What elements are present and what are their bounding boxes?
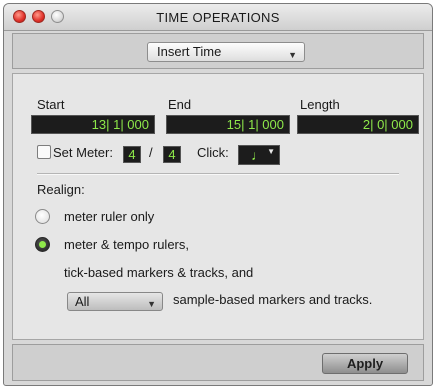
operation-select-value: Insert Time xyxy=(157,44,222,59)
option-meter-tempo-label: meter & tempo rulers, xyxy=(64,237,189,252)
chevron-down-icon: ▼ xyxy=(267,147,275,156)
time-operations-panel: Start End Length 13| 1| 000 15| 1| 000 2… xyxy=(12,73,424,340)
length-label: Length xyxy=(300,97,340,112)
meter-denominator-field[interactable]: 4 xyxy=(163,146,181,163)
option-tick-based-label: tick-based markers & tracks, and xyxy=(64,265,254,280)
start-counter-field[interactable]: 13| 1| 000 xyxy=(31,115,155,134)
radio-meter-tempo-rulers[interactable] xyxy=(35,237,50,252)
title-bar: TIME OPERATIONS xyxy=(4,4,432,31)
sample-based-label: sample-based markers and tracks. xyxy=(173,292,373,307)
operation-select[interactable]: Insert Time ▼ xyxy=(147,42,305,62)
sample-based-select-value: All xyxy=(75,294,90,309)
time-operations-window: TIME OPERATIONS Insert Time ▼ Start End … xyxy=(3,3,433,386)
window-title: TIME OPERATIONS xyxy=(156,10,280,25)
footer-bar: Apply xyxy=(12,344,424,381)
length-counter-field[interactable]: 2| 0| 000 xyxy=(297,115,419,134)
chevron-down-icon: ▼ xyxy=(147,299,156,309)
end-label: End xyxy=(168,97,192,112)
meter-separator: / xyxy=(149,145,153,160)
set-meter-label: Set Meter: xyxy=(53,145,113,160)
quarter-note-icon: ♩ xyxy=(251,147,265,163)
option-meter-ruler-only-label: meter ruler only xyxy=(64,209,155,224)
radio-selected-dot xyxy=(39,241,46,248)
click-label: Click: xyxy=(197,145,229,160)
meter-numerator-field[interactable]: 4 xyxy=(123,146,141,163)
sample-based-select[interactable]: All ▼ xyxy=(67,292,163,311)
set-meter-checkbox[interactable] xyxy=(37,145,51,159)
divider xyxy=(37,173,399,175)
click-note-select[interactable]: ♩ ▼ xyxy=(238,145,280,165)
chevron-down-icon: ▼ xyxy=(288,50,297,60)
apply-button[interactable]: Apply xyxy=(322,353,408,374)
start-label: Start xyxy=(37,97,65,112)
end-counter-field[interactable]: 15| 1| 000 xyxy=(166,115,290,134)
radio-meter-ruler-only[interactable] xyxy=(35,209,50,224)
realign-label: Realign: xyxy=(37,182,85,197)
operation-bar: Insert Time ▼ xyxy=(12,33,424,69)
